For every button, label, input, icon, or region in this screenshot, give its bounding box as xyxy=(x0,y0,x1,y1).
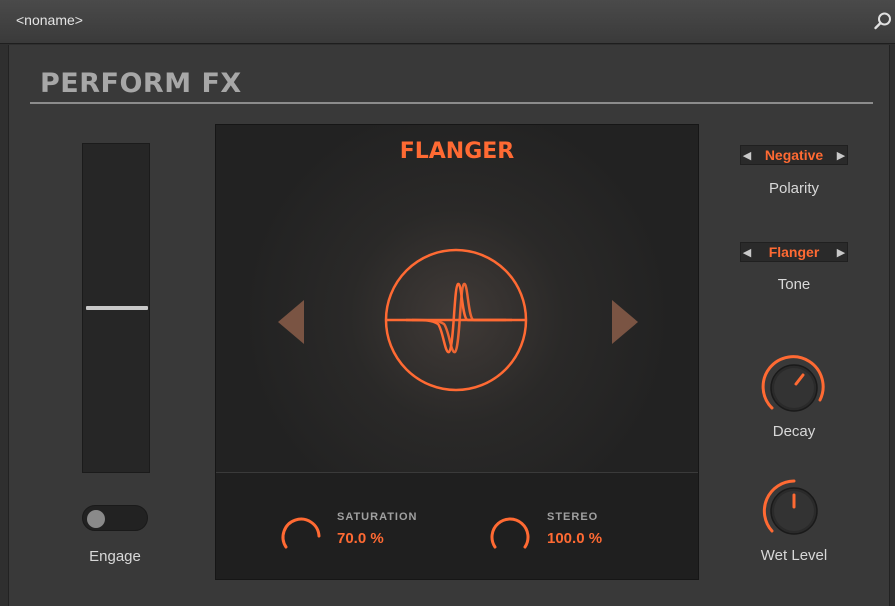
polarity-value: Negative xyxy=(764,147,824,163)
tone-value: Flanger xyxy=(768,244,820,260)
decay-knob[interactable] xyxy=(760,354,828,422)
saturation-knob[interactable] xyxy=(278,510,324,556)
chevron-left-icon[interactable]: ◀ xyxy=(741,246,753,259)
chevron-right-icon[interactable]: ▶ xyxy=(835,246,847,259)
param-value-stereo: 100.0 % xyxy=(547,530,603,547)
chevron-right-icon[interactable]: ▶ xyxy=(835,149,847,162)
stereo-knob[interactable] xyxy=(487,510,533,556)
wet-level-knob[interactable] xyxy=(760,477,828,545)
tone-label: Tone xyxy=(777,276,811,293)
chevron-left-icon[interactable]: ◀ xyxy=(741,149,753,162)
flanger-waveform-icon xyxy=(384,248,528,392)
engage-label: Engage xyxy=(89,548,141,565)
window-title: <noname> xyxy=(16,12,83,28)
param-value-saturation: 70.0 % xyxy=(337,530,384,547)
decay-label: Decay xyxy=(772,423,816,440)
engage-toggle[interactable] xyxy=(82,505,148,531)
window-titlebar: <noname> xyxy=(0,0,895,44)
wet-level-label: Wet Level xyxy=(760,547,828,564)
tone-selector[interactable]: ◀ Flanger ▶ xyxy=(740,242,848,262)
previous-effect-arrow-icon[interactable] xyxy=(278,300,304,344)
param-label-saturation: SATURATION xyxy=(337,511,418,523)
polarity-label: Polarity xyxy=(768,180,820,197)
effect-name: FLANGER xyxy=(399,139,515,164)
header-divider xyxy=(30,102,873,104)
engage-toggle-knob xyxy=(87,510,105,528)
search-icon[interactable] xyxy=(873,11,893,31)
display-divider xyxy=(216,472,698,473)
next-effect-arrow-icon[interactable] xyxy=(612,300,638,344)
fader-handle[interactable] xyxy=(86,306,148,310)
polarity-selector[interactable]: ◀ Negative ▶ xyxy=(740,145,848,165)
panel-title: PERFORM FX xyxy=(40,68,242,99)
param-label-stereo: STEREO xyxy=(547,511,599,523)
